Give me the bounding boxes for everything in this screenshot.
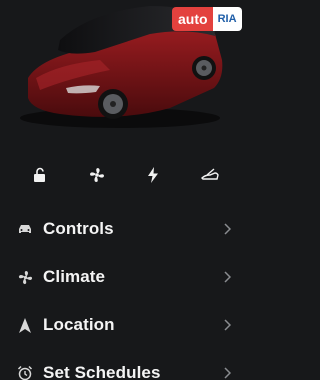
trunk-icon bbox=[200, 168, 219, 180]
vehicle-menu: Controls Climate Location Set Schedules bbox=[0, 205, 250, 380]
menu-label-climate: Climate bbox=[43, 267, 106, 286]
chevron-right-icon bbox=[222, 270, 232, 284]
navigation-arrow-icon bbox=[16, 316, 34, 334]
autoria-watermark: auto RIA bbox=[172, 7, 246, 31]
menu-item-set-schedules[interactable]: Set Schedules bbox=[0, 349, 250, 380]
watermark-auto-text: auto bbox=[172, 7, 213, 31]
alarm-clock-icon bbox=[16, 364, 34, 380]
fan-icon bbox=[89, 168, 104, 182]
menu-item-location[interactable]: Location bbox=[0, 301, 250, 349]
vehicle-image: auto RIA bbox=[0, 0, 250, 140]
bolt-icon bbox=[148, 167, 159, 183]
lock-button[interactable] bbox=[20, 160, 60, 190]
charge-button[interactable] bbox=[133, 160, 173, 190]
chevron-right-icon bbox=[222, 366, 232, 380]
quick-controls-row bbox=[0, 160, 250, 190]
menu-item-controls[interactable]: Controls bbox=[0, 205, 250, 253]
menu-label-location: Location bbox=[43, 315, 115, 334]
menu-label-controls: Controls bbox=[43, 219, 114, 238]
unlock-icon bbox=[34, 167, 46, 182]
menu-label-set-schedules: Set Schedules bbox=[43, 363, 161, 380]
fan-icon bbox=[16, 268, 34, 286]
watermark-ria-text: RIA bbox=[212, 7, 242, 31]
car-icon bbox=[16, 220, 34, 238]
chevron-right-icon bbox=[222, 222, 232, 236]
climate-button[interactable] bbox=[77, 160, 117, 190]
trunk-button[interactable] bbox=[190, 160, 230, 190]
chevron-right-icon bbox=[222, 318, 232, 332]
menu-item-climate[interactable]: Climate bbox=[0, 253, 250, 301]
